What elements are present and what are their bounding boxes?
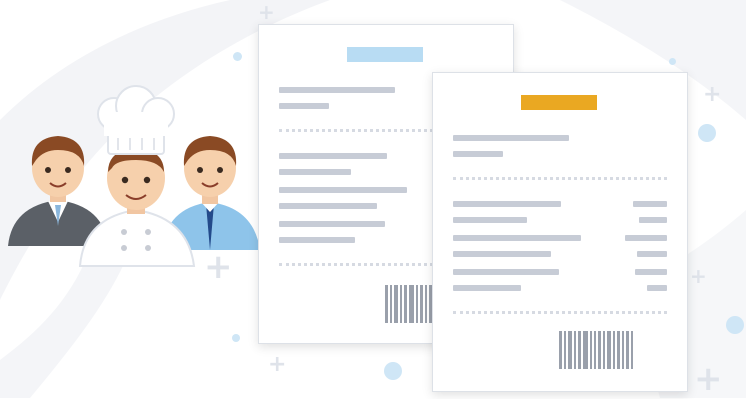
receipt-header-bar: [347, 47, 423, 62]
text-line: [279, 153, 387, 159]
bubble-dot: [384, 362, 402, 380]
plus-decoration: +: [690, 264, 707, 288]
text-line: [279, 221, 385, 227]
manager-figure: [8, 136, 108, 246]
bubble-dot: [232, 334, 240, 342]
plus-decoration: +: [703, 82, 722, 107]
price-line: [639, 217, 667, 223]
barcode: [385, 285, 435, 323]
text-line: [279, 103, 329, 109]
staff-illustration: [8, 85, 260, 267]
price-line: [647, 285, 667, 291]
bubble-dot: [726, 316, 744, 334]
item-line: [453, 217, 527, 223]
item-line: [453, 251, 551, 257]
item-line: [453, 235, 581, 241]
dotted-separator: [279, 129, 433, 132]
text-line: [453, 151, 503, 157]
plus-decoration: +: [268, 352, 287, 377]
bubble-dot: [698, 124, 716, 142]
dotted-separator: [453, 311, 667, 314]
item-line: [453, 201, 561, 207]
price-line: [633, 201, 667, 207]
text-line: [279, 87, 395, 93]
dotted-separator: [453, 177, 667, 180]
bubble-dot: [233, 52, 242, 61]
item-line: [453, 269, 559, 275]
plus-decoration: +: [258, 0, 275, 24]
item-line: [453, 285, 521, 291]
text-line: [279, 237, 355, 243]
text-line: [453, 135, 569, 141]
plus-decoration: +: [694, 359, 723, 399]
dotted-separator: [279, 263, 433, 266]
text-line: [279, 203, 377, 209]
price-line: [637, 251, 667, 257]
receipt-header-bar: [521, 95, 597, 110]
text-line: [279, 187, 407, 193]
price-line: [635, 269, 667, 275]
price-line: [625, 235, 667, 241]
receipt-front: [432, 72, 688, 392]
bubble-dot: [669, 58, 676, 65]
text-line: [279, 169, 351, 175]
barcode: [559, 331, 635, 369]
chef-figure: [78, 85, 196, 267]
